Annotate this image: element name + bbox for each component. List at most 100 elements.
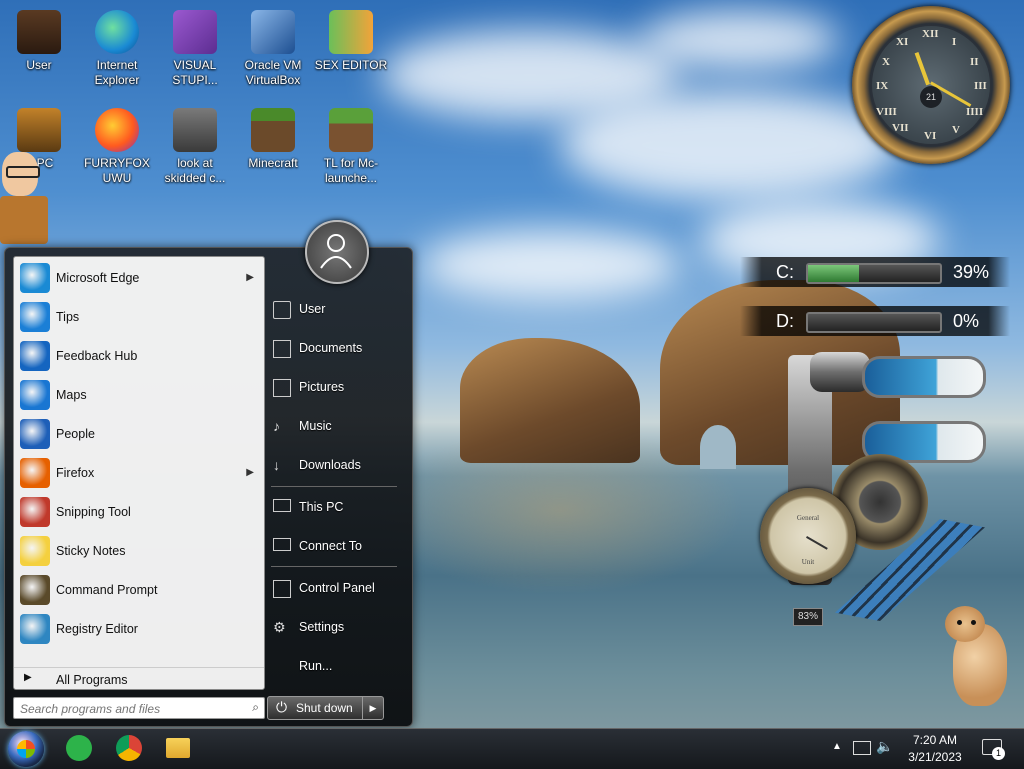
user-folder-icon	[17, 10, 61, 54]
desktop-icon-label: VISUAL STUPI...	[172, 58, 218, 87]
desktop-icon-label: Oracle VM VirtualBox	[244, 58, 302, 87]
visual-studio-icon	[173, 10, 217, 54]
start-link-pictures[interactable]: Pictures	[267, 370, 407, 404]
start-link-label: Connect To	[299, 539, 363, 553]
taskbar-app-file-explorer[interactable]	[166, 735, 194, 763]
clock-numeral: V	[952, 124, 960, 136]
clock-numeral: XII	[922, 28, 939, 40]
desktop-icon-hex-editor[interactable]: SEX EDITOR	[312, 6, 390, 73]
taskbar-clock[interactable]: 7:20 AM 3/21/2023	[900, 732, 970, 766]
start-button[interactable]	[8, 731, 44, 767]
start-link-label: Run...	[299, 659, 333, 673]
start-item-maps[interactable]: Maps	[14, 377, 264, 413]
connect-icon	[273, 538, 291, 551]
drive-percent: 39%	[953, 262, 990, 282]
desktop-icon-skidded[interactable]: look at skidded c...	[156, 104, 234, 186]
grass-block-icon	[329, 108, 373, 152]
all-programs-button[interactable]: ▶ All Programs	[14, 667, 264, 690]
edge-icon	[95, 10, 139, 54]
start-link-this-pc[interactable]: This PC	[267, 490, 407, 524]
start-item-snipping-tool[interactable]: Snipping Tool	[14, 494, 264, 530]
clock-numeral: IIII	[966, 106, 984, 118]
start-item-label: Snipping Tool	[56, 505, 131, 519]
show-hidden-icons-icon[interactable]: ▲	[832, 741, 842, 752]
feedback-icon	[20, 341, 50, 371]
clock-numeral: VIII	[876, 106, 897, 118]
start-link-connect-to[interactable]: Connect To	[267, 529, 407, 563]
firefox-icon	[20, 458, 50, 488]
shutdown-button[interactable]: ⏻ Shut down ▶	[267, 696, 384, 720]
clock-numeral: X	[882, 56, 890, 68]
edge-icon	[20, 263, 50, 293]
desktop-icon-minecraft[interactable]: Minecraft	[234, 104, 312, 171]
drive-usage-bar	[806, 312, 942, 333]
minecraft-icon	[251, 108, 295, 152]
start-link-run[interactable]: Run...	[267, 649, 407, 683]
clock-numeral: II	[970, 56, 979, 68]
submenu-arrow-icon: ▶	[246, 467, 254, 478]
start-link-control-panel[interactable]: Control Panel	[267, 571, 407, 605]
desktop-icon-label: Minecraft	[248, 156, 298, 170]
user-avatar-icon	[320, 234, 352, 269]
start-item-feedback-hub[interactable]: Feedback Hub	[14, 338, 264, 374]
memory-tube	[862, 356, 986, 398]
user-avatar[interactable]	[305, 220, 369, 284]
start-item-label: Maps	[56, 388, 87, 402]
start-link-settings[interactable]: ⚙ Settings	[267, 610, 407, 644]
gauge-top-label: General	[796, 514, 820, 522]
taskbar-app-chrome[interactable]	[116, 735, 144, 763]
computer-icon	[17, 108, 61, 152]
start-item-command-prompt[interactable]: Command Prompt	[14, 572, 264, 608]
people-icon	[20, 419, 50, 449]
start-item-people[interactable]: People	[14, 416, 264, 452]
start-link-label: Music	[299, 419, 332, 433]
pipe	[810, 352, 870, 392]
drive-label: C:	[776, 262, 794, 282]
search-icon[interactable]: ⌕	[252, 700, 259, 715]
taskbar-time: 7:20 AM	[912, 733, 958, 747]
taskbar-app-notes[interactable]	[66, 735, 94, 763]
start-item-microsoft-edge[interactable]: Microsoft Edge ▶	[14, 260, 264, 296]
desktop-icon-firefox[interactable]: FURRYFOX UWU	[78, 104, 156, 186]
terminal-icon	[20, 575, 50, 605]
chat-notes-icon	[66, 735, 92, 761]
clock-numeral: III	[974, 80, 987, 92]
notification-center-button[interactable]: 1	[982, 739, 1005, 760]
desktop-icon-visual-studio[interactable]: VISUAL STUPI...	[156, 6, 234, 88]
hex-editor-icon	[329, 10, 373, 54]
start-menu-programs: Microsoft Edge ▶ Tips Feedback Hub Maps …	[13, 256, 265, 690]
clock-numeral: I	[952, 36, 957, 48]
start-link-music[interactable]: ♪ Music	[267, 409, 407, 443]
start-item-sticky-notes[interactable]: Sticky Notes	[14, 533, 264, 569]
clock-numeral: IX	[876, 80, 889, 92]
desktop-icon-tl-launcher[interactable]: TL for Mc-launche...	[312, 104, 390, 186]
documents-icon	[273, 340, 291, 358]
cartoon-character-widget	[0, 152, 48, 244]
shutdown-options-arrow[interactable]: ▶	[362, 697, 383, 719]
start-item-tips[interactable]: Tips	[14, 299, 264, 335]
separator	[271, 566, 397, 567]
volume-muted-icon[interactable]: 🔈	[876, 738, 893, 755]
start-item-registry-editor[interactable]: Registry Editor	[14, 611, 264, 647]
download-icon: ↓	[273, 457, 280, 473]
all-programs-label: All Programs	[56, 673, 128, 687]
chevron-right-icon: ▶	[24, 672, 32, 683]
desktop-icon-label: Internet Explorer	[94, 58, 140, 87]
taskbar-date: 3/21/2023	[908, 750, 962, 764]
start-menu: Microsoft Edge ▶ Tips Feedback Hub Maps …	[4, 220, 413, 727]
start-item-firefox[interactable]: Firefox ▶	[14, 455, 264, 491]
start-link-user[interactable]: User	[267, 292, 407, 326]
desktop-icon-user[interactable]: User	[0, 6, 78, 73]
desktop-icon-virtualbox[interactable]: Oracle VM VirtualBox	[234, 6, 312, 88]
control-panel-icon	[273, 580, 291, 598]
separator	[271, 486, 397, 487]
desktop-icon-internet-explorer[interactable]: Internet Explorer	[78, 6, 156, 88]
start-item-label: Firefox	[56, 466, 95, 480]
clock-numeral: XI	[896, 36, 909, 48]
power-icon: ⏻	[276, 699, 288, 715]
drive-usage-bar	[806, 263, 942, 284]
network-icon[interactable]	[853, 741, 871, 755]
start-link-documents[interactable]: Documents	[267, 331, 407, 365]
start-link-downloads[interactable]: ↓ Downloads	[267, 448, 407, 482]
search-input[interactable]	[18, 700, 237, 717]
